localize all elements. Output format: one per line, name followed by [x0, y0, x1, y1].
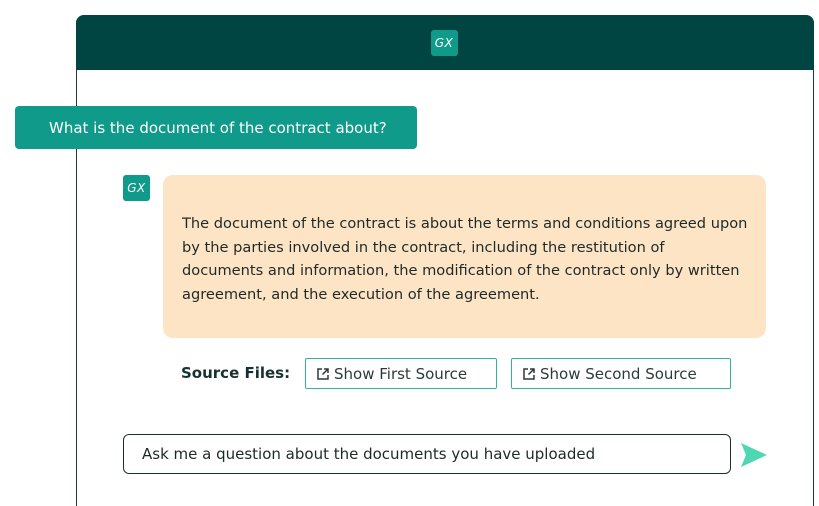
show-first-source-label: Show First Source [334, 364, 468, 383]
bot-avatar: GX [123, 175, 150, 201]
user-message: What is the document of the contract abo… [15, 106, 417, 149]
app-header: GX [75, 15, 814, 70]
user-message-text: What is the document of the contract abo… [49, 118, 387, 137]
show-second-source-button[interactable]: Show Second Source [511, 358, 731, 389]
send-arrow-icon[interactable] [740, 442, 768, 468]
bot-response-text: The document of the contract is about th… [182, 215, 748, 303]
show-first-source-button[interactable]: Show First Source [305, 358, 497, 389]
gx-logo: GX [430, 30, 458, 56]
show-second-source-label: Show Second Source [540, 364, 697, 383]
external-link-icon [317, 367, 329, 380]
question-input[interactable] [123, 434, 731, 474]
source-files-label: Source Files: [181, 364, 291, 382]
bot-response: The document of the contract is about th… [163, 175, 766, 338]
external-link-icon [523, 367, 535, 380]
